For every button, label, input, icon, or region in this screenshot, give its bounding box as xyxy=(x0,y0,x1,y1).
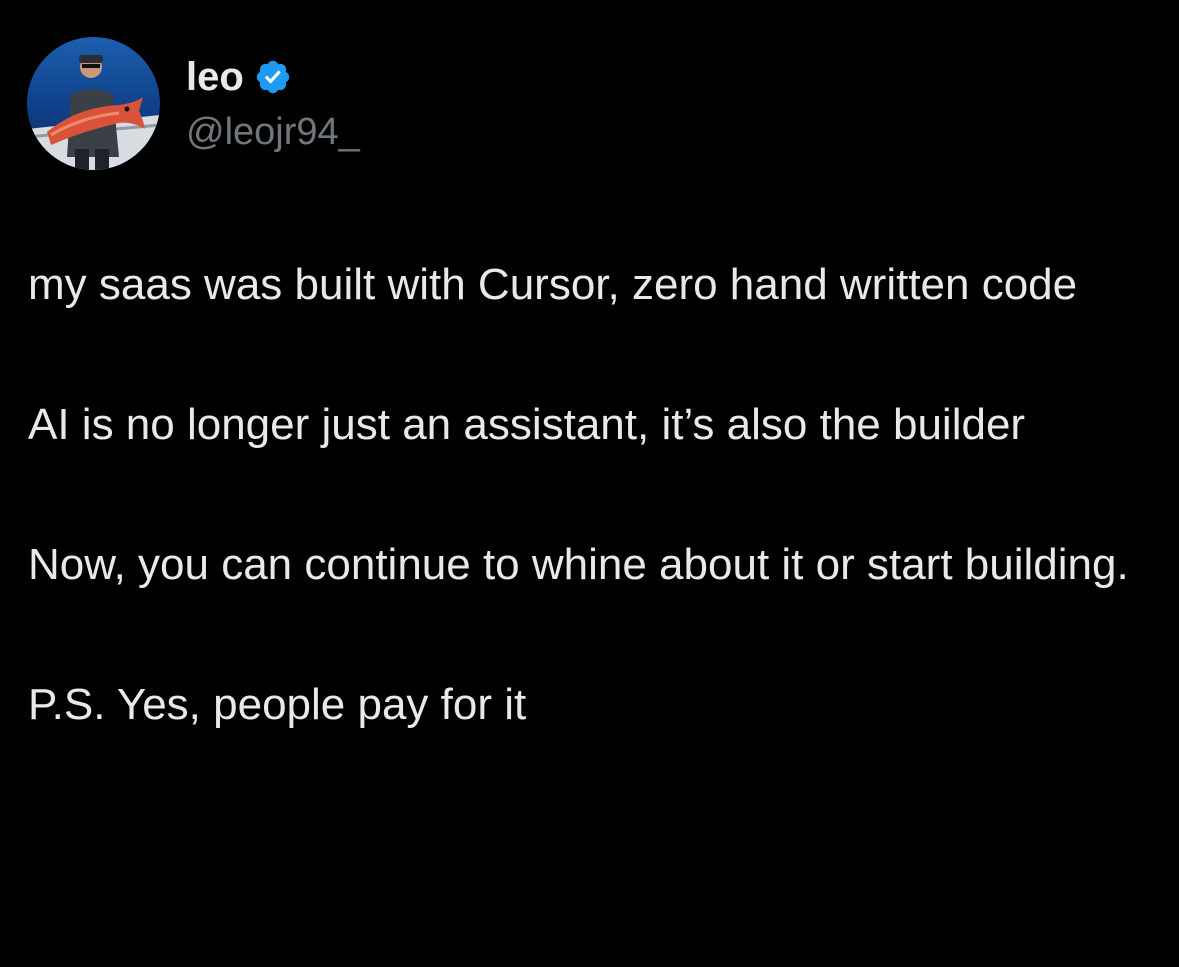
tweet-paragraph: AI is no longer just an assistant, it’s … xyxy=(28,400,1026,449)
tweet-card: leo @leojr94_ my saas was built with Cur… xyxy=(0,0,1179,967)
tweet-paragraph: Now, you can continue to whine about it … xyxy=(28,540,1129,589)
display-name[interactable]: leo xyxy=(186,52,244,102)
tweet-paragraph: P.S. Yes, people pay for it xyxy=(28,680,527,729)
tweet-text: my saas was built with Cursor, zero hand… xyxy=(28,250,1148,740)
avatar-photo-icon xyxy=(27,37,160,170)
avatar[interactable] xyxy=(27,37,160,170)
tweet-paragraph: my saas was built with Cursor, zero hand… xyxy=(28,260,1078,309)
verified-badge-icon xyxy=(254,58,292,96)
user-handle[interactable]: @leojr94_ xyxy=(186,108,360,156)
display-name-row: leo xyxy=(186,52,292,102)
